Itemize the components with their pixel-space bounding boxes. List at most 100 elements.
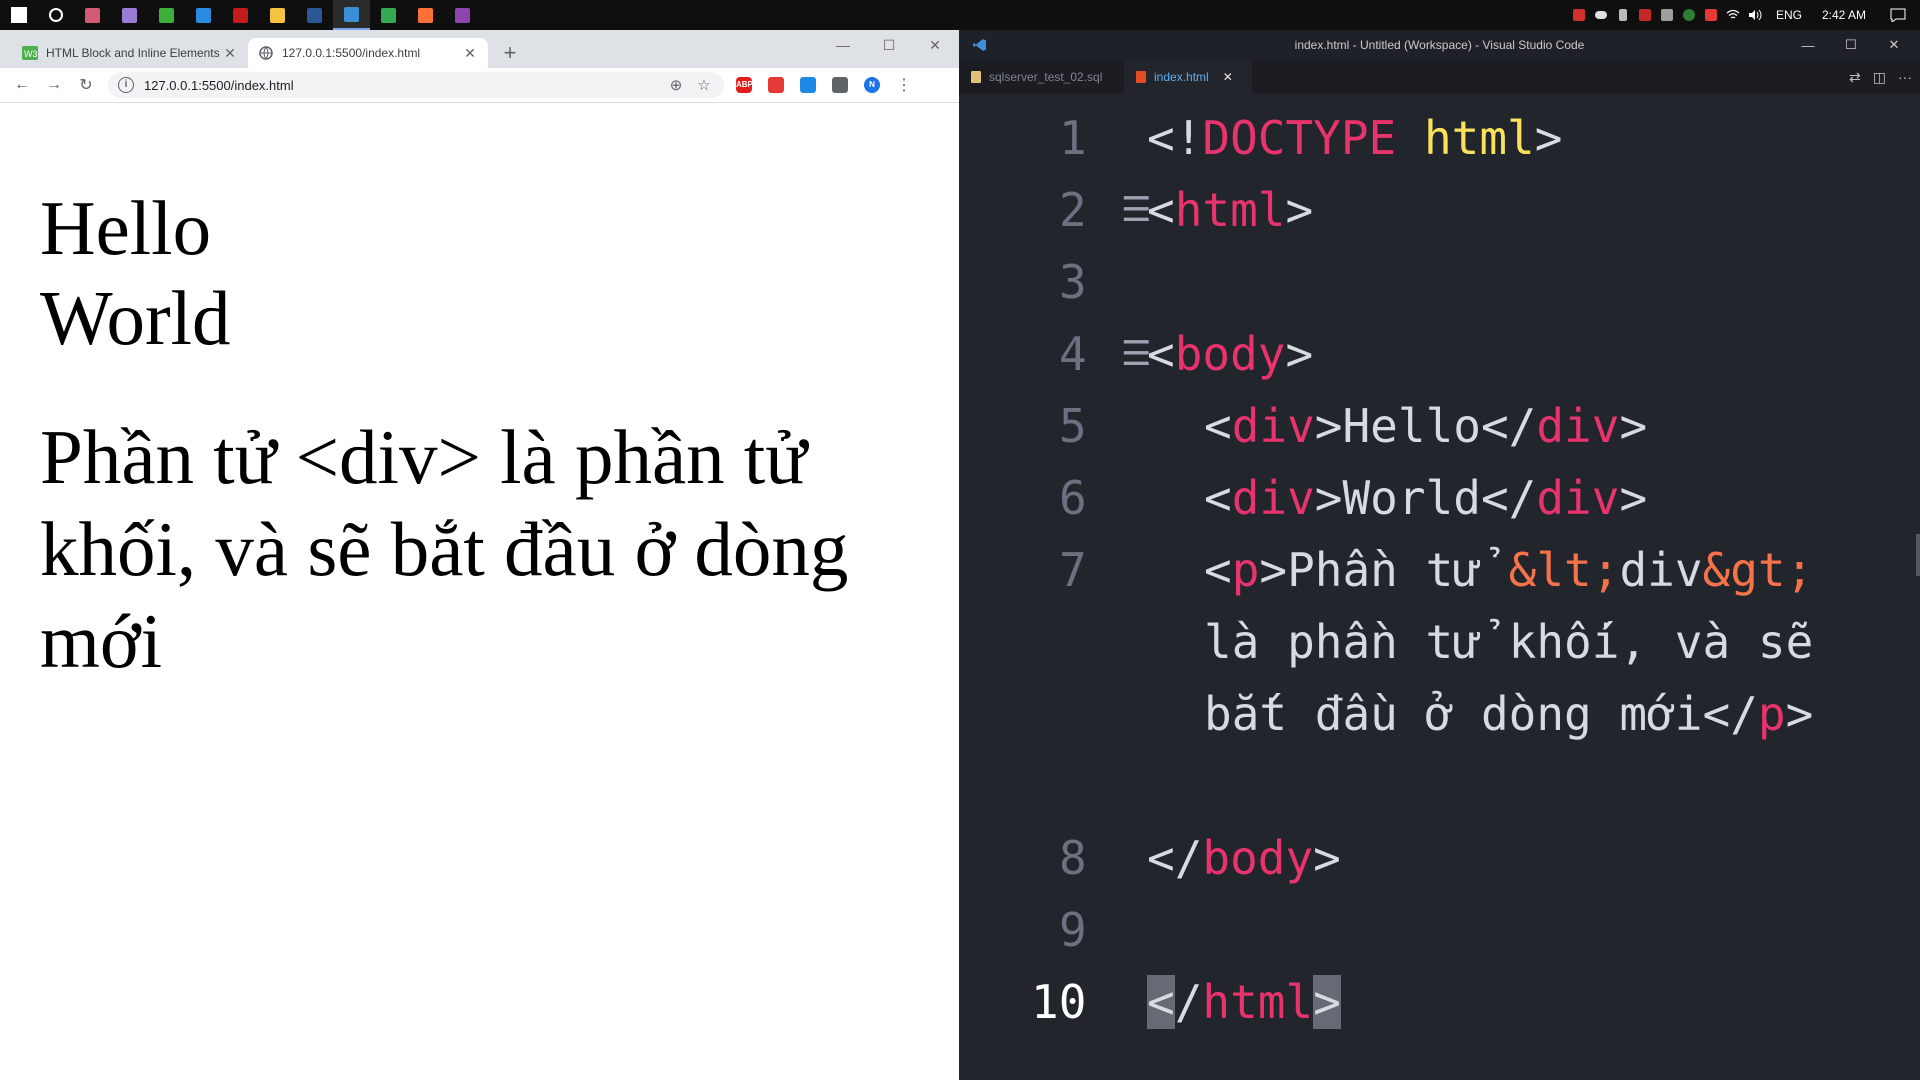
vscode-logo-icon [973,38,987,55]
code-line-7-wrap-2: bắt đầu ở dòng mới</p> [1204,687,1814,741]
tools-extension-icon[interactable] [824,70,856,100]
volume-icon[interactable] [1744,0,1766,30]
site-info-icon[interactable]: i [118,77,134,93]
app-red-icon[interactable] [222,0,259,30]
tab-sqlserver-test[interactable]: sqlserver_test_02.sql [959,60,1124,94]
code-line-4: <body> [1147,327,1314,381]
forward-icon[interactable]: → [38,70,70,100]
close-tab-icon[interactable]: ✕ [462,45,478,62]
vscode-maximize-button[interactable]: ☐ [1828,30,1874,60]
page-content: Hello World Phần tử <div> là phần tử khố… [0,103,959,1079]
code-line-10: </html> [1147,975,1341,1029]
windows-start-icon[interactable] [0,0,37,30]
chrome-window: W3 HTML Block and Inline Elements ✕ 127.… [0,30,959,1080]
vscode-close-button[interactable]: ✕ [1871,30,1917,60]
close-tab-icon[interactable]: ✕ [1223,70,1233,84]
open-changes-icon[interactable]: ⇄ [1849,69,1861,86]
back-icon[interactable]: ← [6,70,38,100]
bracket-match-highlight: < [1147,975,1175,1029]
pdf-extension-icon[interactable] [760,70,792,100]
code-line-2: <html> [1147,183,1314,237]
clock[interactable]: 2:42 AM [1812,8,1876,22]
editor-actions: ⇄ ◫ ··· [1849,60,1912,94]
onedrive-icon[interactable] [1590,0,1612,30]
line-number: 7 [1059,543,1087,597]
search-icon[interactable] [37,0,74,30]
svg-text:W3: W3 [24,49,38,59]
system-tray: ENG 2:42 AM [1568,0,1920,30]
line-number: 1 [1059,111,1087,165]
code-line-7: <p>Phần tử &lt;div&gt; [1204,543,1814,597]
line-number: 9 [1059,903,1087,957]
reload-icon[interactable]: ↻ [70,70,102,100]
usb-icon[interactable] [1612,0,1634,30]
app-green-icon[interactable] [148,0,185,30]
line-number: 3 [1059,255,1087,309]
editor-tabs: sqlserver_test_02.sql index.html ✕ ⇄ ◫ ·… [959,60,1920,94]
file-explorer-icon[interactable] [259,0,296,30]
winrar-icon[interactable] [444,0,481,30]
line-number: 2 [1059,183,1087,237]
code-line-6: <div>World</div> [1204,471,1648,525]
tab-html-block-inline[interactable]: W3 HTML Block and Inline Elements ✕ [12,38,248,68]
url-text[interactable]: 127.0.0.1:5500/index.html [144,78,662,93]
vscode-title-bar: index.html - Untitled (Workspace) - Visu… [959,30,1920,60]
close-tab-icon[interactable]: ✕ [222,45,238,62]
html5-file-icon [1136,71,1146,83]
page-div-world: World [40,275,231,361]
globe-icon [258,45,274,61]
vscode-minimize-button[interactable]: — [1785,30,1831,60]
page-paragraph: Phần tử <div> là phần tử khối, và sẽ bắt… [40,414,849,684]
vscode-icon[interactable] [333,0,370,30]
line-number: 8 [1059,831,1087,885]
network-app-icon[interactable] [1656,0,1678,30]
profile-icon[interactable]: N [856,70,888,100]
tab-index-html[interactable]: 127.0.0.1:5500/index.html ✕ [248,38,488,68]
vivaldi-icon[interactable] [1700,0,1722,30]
input-language[interactable]: ENG [1766,8,1812,22]
taskbar-apps [0,0,481,30]
extensions-area: ABP N [728,70,888,100]
word-icon[interactable] [296,0,333,30]
taskbar: ENG 2:42 AM [0,0,1920,30]
tab-label: sqlserver_test_02.sql [989,70,1103,84]
split-editor-icon[interactable]: ◫ [1873,69,1886,86]
code-line-5: <div>Hello</div> [1204,399,1648,453]
bracket-match-highlight: > [1313,975,1341,1029]
more-actions-icon[interactable]: ··· [1898,69,1912,85]
tray-red-icon[interactable] [1568,0,1590,30]
vscode-window: index.html - Untitled (Workspace) - Visu… [959,30,1920,1080]
action-center-icon[interactable] [1876,0,1920,30]
bookmark-star-icon[interactable]: ☆ [690,76,718,94]
kaspersky-icon[interactable] [1678,0,1700,30]
adblock-plus-icon[interactable]: ABP [728,70,760,100]
address-bar[interactable]: i 127.0.0.1:5500/index.html ⊕ ☆ [108,72,724,98]
wifi-icon[interactable] [1722,0,1744,30]
teamviewer-icon[interactable] [185,0,222,30]
database-file-icon [971,71,981,83]
firefox-icon[interactable] [407,0,444,30]
code-editor[interactable]: 1 2 3 4 5 6 7 8 9 10 ☰ ☰ <!DOCTYPE html>… [959,94,1920,1080]
code-line-7-wrap-1: là phần tử khối, và sẽ [1204,615,1814,669]
close-window-button[interactable]: ✕ [912,30,958,60]
visual-studio-icon[interactable] [111,0,148,30]
menu-icon[interactable]: ⋮ [888,70,920,100]
new-tab-button[interactable]: + [496,39,524,67]
w3schools-icon: W3 [22,45,38,61]
shield-icon[interactable] [1634,0,1656,30]
minimize-button[interactable]: — [820,30,866,60]
chrome-tab-strip: W3 HTML Block and Inline Elements ✕ 127.… [0,30,959,68]
task-view-icon[interactable] [74,0,111,30]
zoom-icon[interactable]: ⊕ [662,76,690,94]
maximize-button[interactable]: ☐ [866,30,912,60]
tab-index-html[interactable]: index.html ✕ [1124,60,1252,94]
chrome-toolbar: ← → ↻ i 127.0.0.1:5500/index.html ⊕ ☆ AB… [0,68,959,103]
tab-label: index.html [1154,70,1209,84]
chrome-icon[interactable] [370,0,407,30]
drop-extension-icon[interactable] [792,70,824,100]
editor-scrollbar[interactable] [1916,534,1920,576]
line-number: 5 [1059,399,1087,453]
line-number-current: 10 [1031,975,1087,1029]
code-line-8: </body> [1147,831,1341,885]
page-div-hello: Hello [40,185,212,271]
